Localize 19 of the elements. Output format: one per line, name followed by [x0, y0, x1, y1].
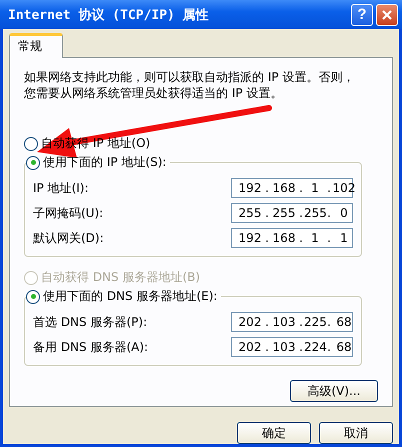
field-label: IP 地址(I): [33, 180, 89, 197]
ip-address-field[interactable]: 255 . 255 .255. 0 [231, 203, 353, 224]
advanced-button[interactable]: 高级(V)... [290, 380, 378, 402]
dialog-button[interactable]: 确定 [237, 422, 311, 444]
ip-address-field[interactable]: 202 . 103 .224. 68 [231, 337, 353, 358]
field-label: 默认网关(D): [33, 230, 104, 247]
ip-address-field[interactable]: 202 . 103 .225. 68 [231, 312, 353, 332]
close-button[interactable] [376, 4, 398, 26]
close-icon [381, 8, 393, 20]
field-label: 首选 DNS 服务器(P): [33, 314, 148, 331]
description-text: 如果网络支持此功能，则可以获取自动指派的 IP 设置。否则，您需要从网络系统管理员处获得适当的 IP 设置。 [24, 70, 356, 102]
dialog-button[interactable]: 取消 [319, 422, 393, 444]
field-label: 备用 DNS 服务器(A): [33, 338, 148, 356]
field-label: 子网掩码(U): [33, 204, 104, 222]
ip-address-field[interactable]: 192 . 168 . 1 . 1 [231, 228, 353, 248]
tab[interactable]: 常规 [9, 33, 63, 58]
window-title: Internet 协议 (TCP/IP) 属性 [8, 6, 209, 24]
help-button[interactable]: ? [351, 4, 373, 26]
ip-address-field[interactable]: 192 . 168 . 1 .102 [231, 178, 353, 198]
